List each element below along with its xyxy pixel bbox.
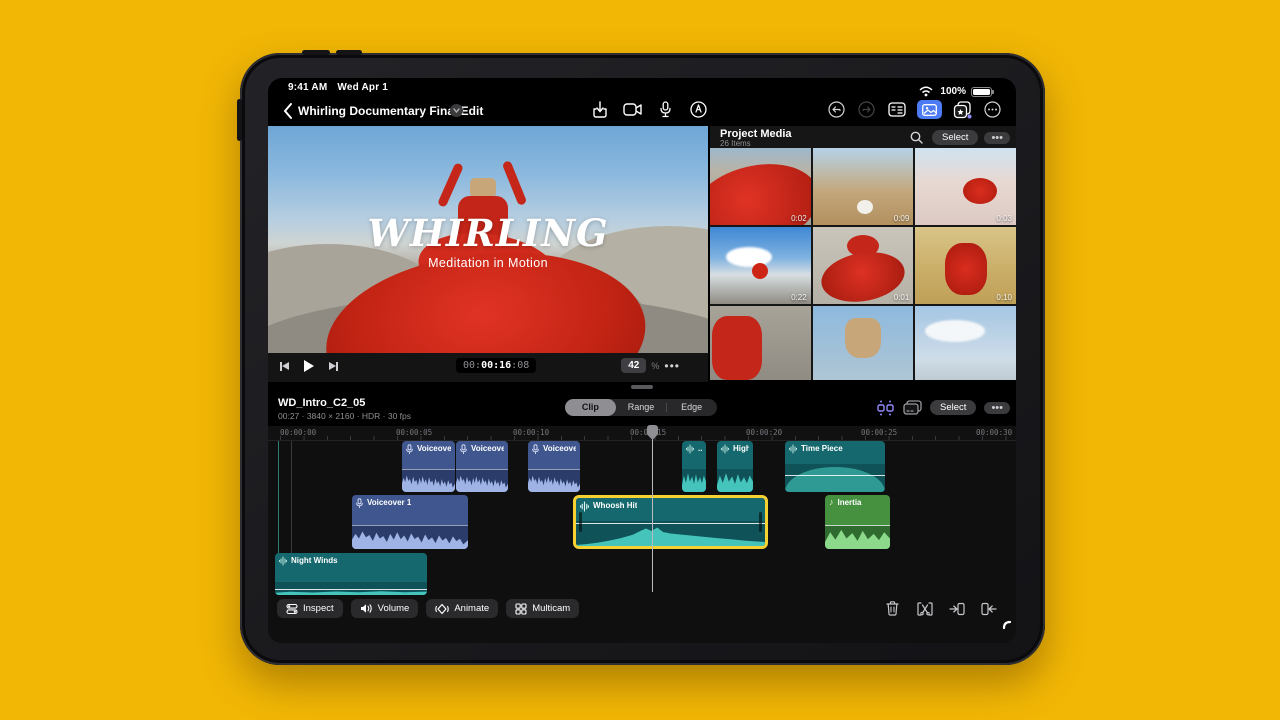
effects-icon[interactable] bbox=[953, 100, 972, 119]
viewer-more-icon[interactable]: ••• bbox=[664, 359, 680, 373]
timeline-clip[interactable]: Voiceover 2 bbox=[402, 441, 455, 492]
media-grid: 0:02 0:09 0:03 0:22 0:01 0:10 bbox=[710, 148, 1016, 380]
video-title-text: WHIRLING bbox=[367, 211, 609, 255]
timeline-more-icon[interactable]: ••• bbox=[984, 401, 1010, 414]
undo-icon[interactable] bbox=[827, 100, 846, 119]
playhead[interactable] bbox=[652, 426, 653, 592]
blade-icon[interactable] bbox=[915, 599, 934, 618]
media-thumbnail[interactable]: 0:02 bbox=[710, 148, 811, 225]
app-toolbar: Whirling Documentary Final Edit bbox=[268, 96, 1016, 126]
timeline-clip[interactable]: ♪ Inertia bbox=[825, 495, 890, 549]
battery-icon bbox=[971, 86, 994, 97]
ruler-label: 00:00:30 bbox=[976, 428, 1013, 437]
timeline-select-button[interactable]: Select bbox=[930, 400, 977, 415]
skip-back-icon[interactable] bbox=[280, 361, 289, 371]
media-thumbnail[interactable] bbox=[812, 306, 914, 380]
ruler-label: 00:00:00 bbox=[280, 428, 317, 437]
volume-down-button[interactable] bbox=[336, 50, 362, 55]
date: Wed Apr 1 bbox=[337, 82, 389, 93]
trim-handle-right[interactable] bbox=[759, 512, 762, 532]
trim-handle-left[interactable] bbox=[579, 512, 582, 532]
insert-clip-icon[interactable] bbox=[947, 599, 966, 618]
media-more-icon[interactable]: ••• bbox=[984, 131, 1010, 144]
skip-forward-icon[interactable] bbox=[329, 361, 338, 371]
chevron-down-icon[interactable] bbox=[450, 104, 463, 117]
project-media-panel: Project Media 26 Items Select ••• 0:02 0… bbox=[710, 126, 1016, 380]
play-icon[interactable] bbox=[304, 360, 314, 372]
timeline-clip[interactable]: Voiceover 1 bbox=[352, 495, 468, 549]
timeline-ruler[interactable]: 00:00:00 00:00:05 00:00:10 00:00:15 00:0… bbox=[268, 426, 1016, 441]
timeline-clip[interactable]: Time Piece bbox=[785, 441, 885, 492]
more-icon[interactable] bbox=[983, 100, 1002, 119]
media-thumbnail[interactable]: 0:01 bbox=[812, 227, 914, 304]
volume-button[interactable]: Volume bbox=[350, 599, 419, 618]
timeline-header: WD_Intro_C2_05 00:27 · 3840 × 2160 · HDR… bbox=[268, 394, 1016, 426]
ruler-label: 00:00:10 bbox=[513, 428, 550, 437]
edit-mode-segmented-control: Clip Range Edge bbox=[565, 399, 717, 416]
timeline-clip[interactable]: Night Winds bbox=[275, 553, 427, 595]
timeline-clip-name: WD_Intro_C2_05 bbox=[278, 397, 366, 409]
connect-clip-icon[interactable] bbox=[876, 398, 895, 417]
timeline-tracks[interactable]: Voiceover 2 Voiceover 2 Voiceover 3 ... bbox=[268, 441, 1016, 595]
media-select-button[interactable]: Select bbox=[932, 130, 979, 145]
timeline-clip-meta: 00:27 · 3840 × 2160 · HDR · 30 fps bbox=[278, 411, 412, 421]
screen: 9:41 AM Wed Apr 1 100% Whirling Document… bbox=[268, 78, 1016, 643]
timeline-clip[interactable]: Voiceover 2 bbox=[456, 441, 508, 492]
overwrite-icon[interactable] bbox=[903, 398, 922, 417]
animate-button[interactable]: Animate bbox=[426, 599, 499, 618]
status-bar: 9:41 AM Wed Apr 1 100% bbox=[268, 78, 1016, 97]
corner-drag-indicator[interactable] bbox=[996, 614, 1012, 635]
inspector-icon[interactable] bbox=[887, 100, 906, 119]
ipad-device: 9:41 AM Wed Apr 1 100% Whirling Document… bbox=[237, 50, 1045, 665]
media-thumbnail[interactable]: 0:10 bbox=[915, 227, 1016, 304]
draw-icon[interactable] bbox=[689, 100, 708, 119]
search-icon[interactable] bbox=[907, 128, 926, 147]
timeline-clip-selected[interactable]: Whoosh Hit bbox=[573, 495, 768, 549]
media-thumbnail[interactable] bbox=[915, 306, 1016, 380]
multicam-button[interactable]: Multicam bbox=[506, 599, 580, 618]
media-thumbnail[interactable]: 0:22 bbox=[710, 227, 811, 304]
mic-icon[interactable] bbox=[656, 100, 675, 119]
zoom-unit: % bbox=[651, 360, 660, 371]
redo-icon[interactable] bbox=[857, 100, 876, 119]
back-icon[interactable] bbox=[278, 101, 297, 120]
media-item-count: 26 Items bbox=[720, 139, 751, 148]
video-subtitle-text: Meditation in Motion bbox=[428, 256, 548, 270]
media-thumbnail[interactable]: 0:03 bbox=[915, 148, 1016, 225]
ruler-label: 00:00:05 bbox=[396, 428, 433, 437]
volume-up-button[interactable] bbox=[302, 50, 330, 55]
mode-clip[interactable]: Clip bbox=[565, 399, 616, 416]
media-thumbnail[interactable] bbox=[710, 306, 811, 380]
power-button[interactable] bbox=[237, 99, 242, 141]
clock: 9:41 AM bbox=[288, 82, 328, 93]
camera-icon[interactable] bbox=[623, 100, 642, 119]
mode-edge[interactable]: Edge bbox=[666, 399, 717, 416]
trash-icon[interactable] bbox=[883, 599, 902, 618]
mode-range[interactable]: Range bbox=[616, 399, 667, 416]
panel-resize-handle[interactable] bbox=[631, 385, 653, 389]
viewer[interactable]: WHIRLING Meditation in Motion bbox=[268, 126, 708, 353]
ruler-label: 00:00:20 bbox=[746, 428, 783, 437]
media-thumbnail[interactable]: 0:09 bbox=[812, 148, 914, 225]
inspect-button[interactable]: Inspect bbox=[277, 599, 343, 618]
bottom-toolbar: Inspect Volume Animate Multicam bbox=[268, 595, 1016, 643]
zoom-level-value[interactable]: 42 bbox=[621, 358, 647, 373]
transport-bar: 00:00:16:08 42 % ••• bbox=[268, 353, 708, 382]
timeline-clip[interactable]: Voiceover 3 bbox=[528, 441, 580, 492]
timeline-clip[interactable]: High... bbox=[717, 441, 753, 492]
export-icon[interactable] bbox=[590, 100, 609, 119]
timecode-display: 00:00:16:08 bbox=[456, 358, 537, 373]
media-browser-icon[interactable] bbox=[917, 100, 942, 119]
ruler-label: 00:00:25 bbox=[861, 428, 898, 437]
timeline-clip[interactable]: ... bbox=[682, 441, 706, 492]
dervish-figure bbox=[501, 159, 528, 207]
